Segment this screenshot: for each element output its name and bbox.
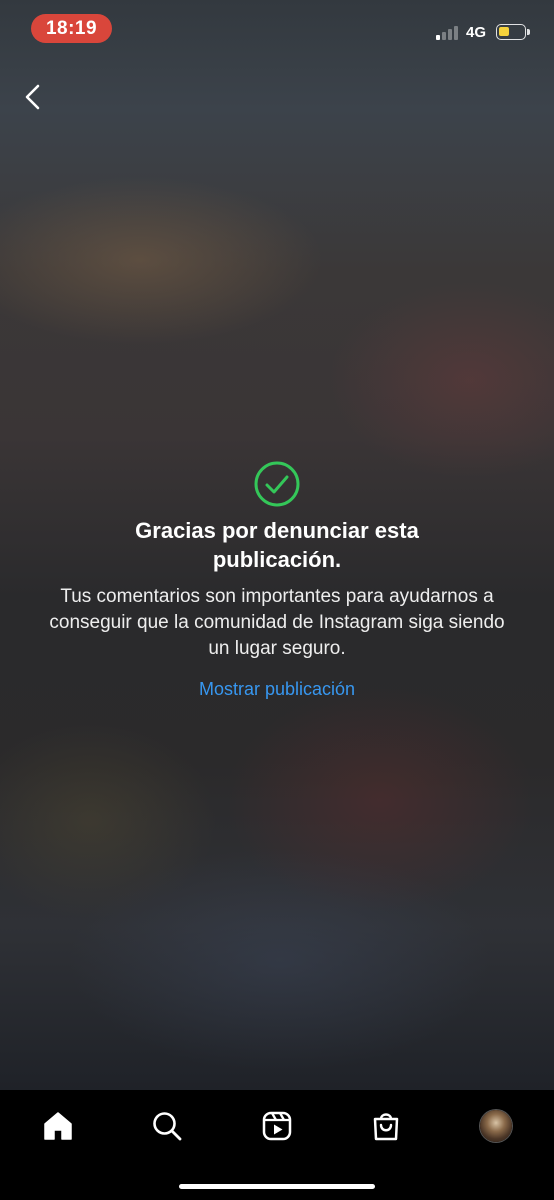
signal-bar bbox=[442, 32, 446, 40]
battery-level bbox=[499, 27, 509, 36]
status-time: 18:19 bbox=[31, 14, 112, 43]
home-icon bbox=[44, 1112, 72, 1140]
nav-home[interactable] bbox=[36, 1104, 80, 1148]
screen: 18:19 4G Gracias por denunciar esta publ… bbox=[0, 0, 554, 1200]
back-button[interactable] bbox=[16, 80, 50, 114]
report-confirmation: Gracias por denunciar esta publicación. … bbox=[40, 460, 514, 700]
nav-profile[interactable] bbox=[474, 1104, 518, 1148]
battery-tip bbox=[527, 29, 530, 35]
shop-icon bbox=[373, 1113, 399, 1141]
chevron-left-icon bbox=[25, 84, 40, 110]
check-circle-icon bbox=[254, 461, 300, 507]
confirmation-message: Tus comentarios son importantes para ayu… bbox=[49, 586, 505, 659]
nav-shop[interactable] bbox=[364, 1104, 408, 1148]
signal-bar bbox=[454, 26, 458, 40]
reels-icon bbox=[262, 1111, 292, 1141]
status-bar: 18:19 4G bbox=[0, 0, 554, 56]
signal-bar bbox=[448, 29, 452, 40]
network-type: 4G bbox=[466, 24, 487, 41]
avatar bbox=[480, 1110, 512, 1142]
nav-search[interactable] bbox=[145, 1104, 189, 1148]
confirmation-title: Gracias por denunciar esta publicación. bbox=[135, 518, 419, 572]
home-indicator bbox=[179, 1184, 375, 1189]
signal-strength-icon bbox=[436, 24, 464, 40]
signal-bar bbox=[436, 35, 440, 40]
nav-reels[interactable] bbox=[255, 1104, 299, 1148]
search-icon bbox=[153, 1112, 182, 1141]
show-post-link[interactable]: Mostrar publicación bbox=[199, 679, 355, 700]
battery-icon bbox=[496, 24, 526, 40]
